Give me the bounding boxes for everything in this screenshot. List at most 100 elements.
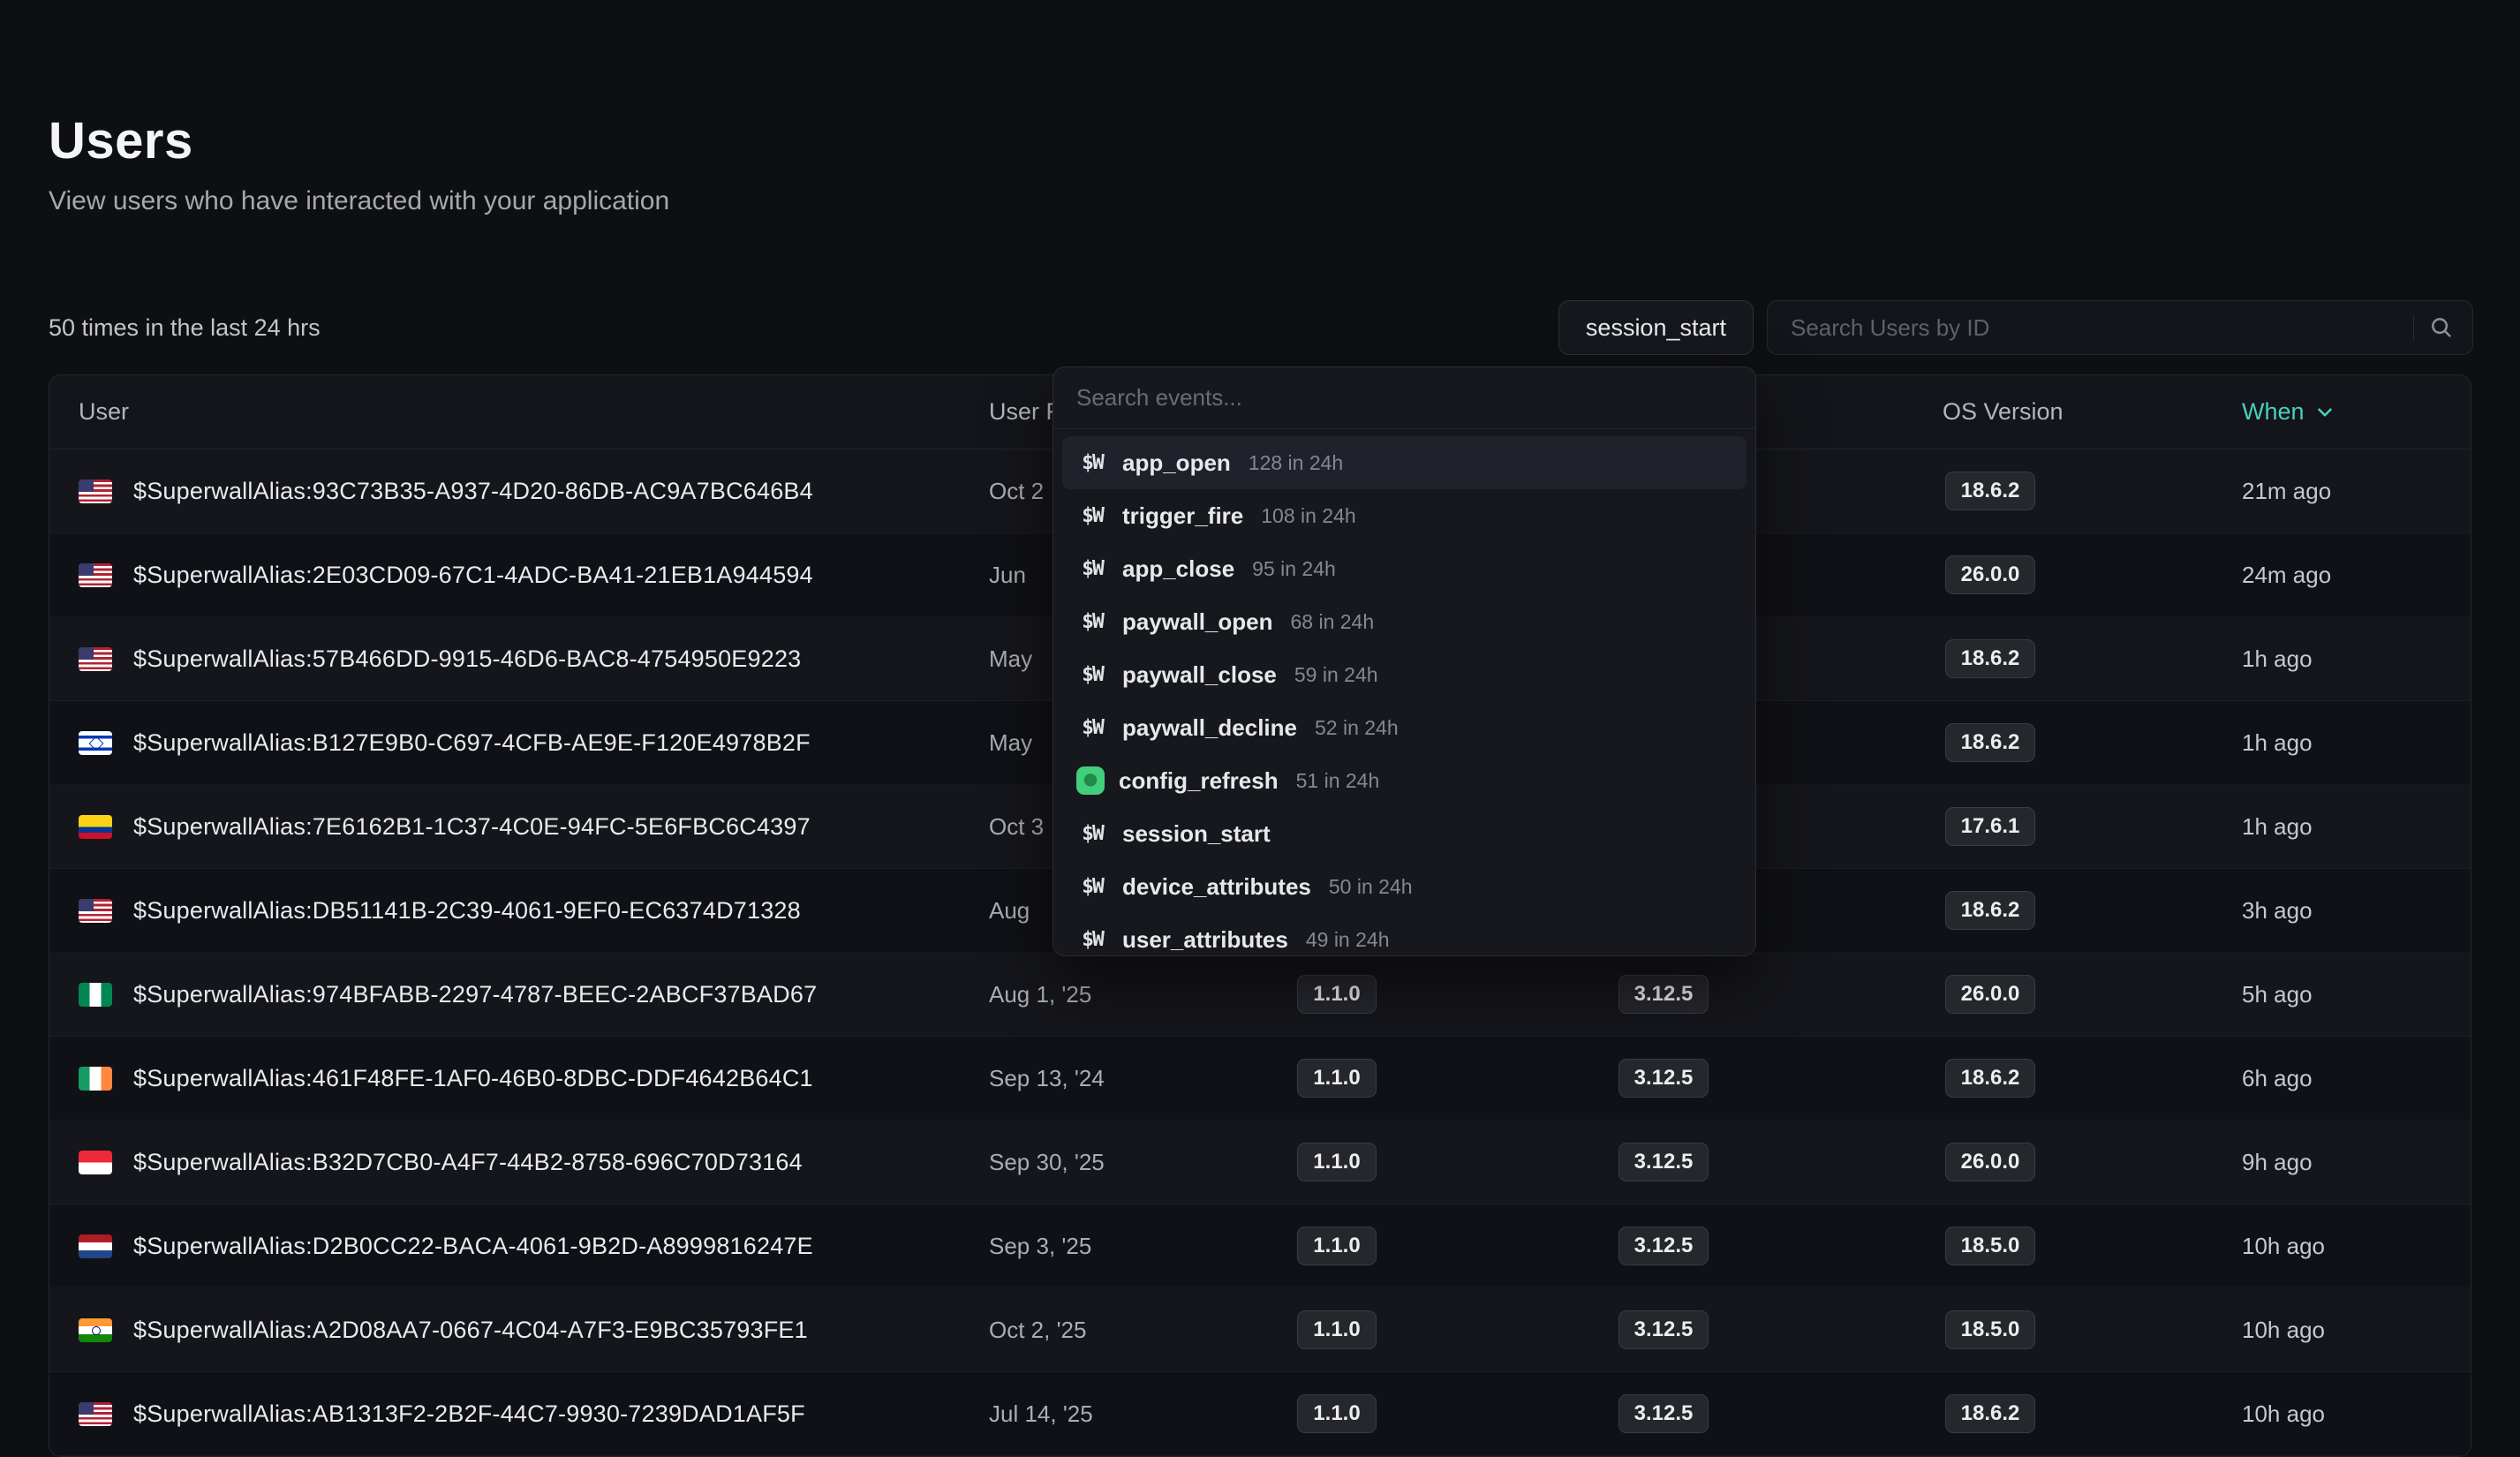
user-id: $SuperwallAlias:B32D7CB0-A4F7-44B2-8758-… bbox=[133, 1149, 803, 1176]
user-id: $SuperwallAlias:93C73B35-A937-4D20-86DB-… bbox=[133, 478, 813, 505]
country-flag bbox=[79, 983, 112, 1007]
event-count: 50 in 24h bbox=[1329, 875, 1413, 899]
os-version-badge: 26.0.0 bbox=[1945, 1143, 2036, 1181]
sdk-version-badge: 3.12.5 bbox=[1618, 1143, 1709, 1181]
event-label: device_attributes bbox=[1122, 873, 1311, 901]
events-search-box bbox=[1053, 367, 1755, 429]
superwall-logo-icon bbox=[1076, 659, 1108, 691]
os-version-cell: 17.6.1 bbox=[1827, 807, 2154, 846]
user-cell: $SuperwallAlias:DB51141B-2C39-4061-9EF0-… bbox=[49, 897, 989, 925]
table-row[interactable]: $SuperwallAlias:974BFABB-2297-4787-BEEC-… bbox=[49, 953, 2471, 1037]
os-version-badge: 17.6.1 bbox=[1945, 807, 2036, 846]
os-version-badge: 18.6.2 bbox=[1945, 723, 2036, 762]
user-when: 10h ago bbox=[2154, 1317, 2471, 1344]
event-count: 108 in 24h bbox=[1261, 504, 1355, 528]
user-when: 1h ago bbox=[2154, 813, 2471, 841]
country-flag bbox=[79, 815, 112, 839]
country-flag bbox=[79, 731, 112, 755]
os-version-badge: 18.6.2 bbox=[1945, 1394, 2036, 1433]
country-flag bbox=[79, 479, 112, 503]
event-option[interactable]: session_start bbox=[1062, 807, 1747, 860]
os-version-cell: 18.6.2 bbox=[1827, 891, 2154, 930]
event-option[interactable]: paywall_open 68 in 24h bbox=[1062, 595, 1747, 648]
country-flag bbox=[79, 1151, 112, 1174]
event-count: 52 in 24h bbox=[1315, 716, 1399, 740]
user-id: $SuperwallAlias:D2B0CC22-BACA-4061-9B2D-… bbox=[133, 1233, 813, 1260]
app-version-badge: 1.1.0 bbox=[1297, 1310, 1376, 1349]
chevron-down-icon bbox=[2313, 401, 2336, 424]
event-option[interactable]: paywall_decline 52 in 24h bbox=[1062, 701, 1747, 754]
event-option[interactable]: device_attributes 50 in 24h bbox=[1062, 860, 1747, 913]
search-users-input[interactable] bbox=[1791, 314, 2403, 342]
app-version-badge: 1.1.0 bbox=[1297, 1227, 1376, 1265]
os-version-badge: 26.0.0 bbox=[1945, 555, 2036, 594]
event-option[interactable]: config_refresh 51 in 24h bbox=[1062, 754, 1747, 807]
user-when: 10h ago bbox=[2154, 1400, 2471, 1428]
event-option[interactable]: paywall_close 59 in 24h bbox=[1062, 648, 1747, 701]
search-events-input[interactable] bbox=[1076, 384, 1732, 411]
event-label: paywall_close bbox=[1122, 661, 1277, 689]
sdk-version-badge: 3.12.5 bbox=[1618, 1394, 1709, 1433]
superwall-logo-icon bbox=[1076, 712, 1108, 744]
os-version-cell: 26.0.0 bbox=[1827, 555, 2154, 594]
sdk-version-badge: 3.12.5 bbox=[1618, 975, 1709, 1014]
os-version-badge: 18.6.2 bbox=[1945, 1059, 2036, 1098]
table-row[interactable]: $SuperwallAlias:A2D08AA7-0667-4C04-A7F3-… bbox=[49, 1288, 2471, 1372]
sdk-version-cell: 3.12.5 bbox=[1500, 975, 1827, 1014]
user-first-seen: Jul 14, '25 bbox=[989, 1400, 1173, 1428]
app-version-badge: 1.1.0 bbox=[1297, 1059, 1376, 1098]
user-first-seen: Aug 1, '25 bbox=[989, 981, 1173, 1008]
event-label: app_close bbox=[1122, 555, 1234, 583]
os-version-cell: 26.0.0 bbox=[1827, 975, 2154, 1014]
page-subtitle: View users who have interacted with your… bbox=[49, 186, 669, 216]
events-list: app_open 128 in 24h trigger_fire 108 in … bbox=[1053, 429, 1755, 956]
user-id: $SuperwallAlias:2E03CD09-67C1-4ADC-BA41-… bbox=[133, 562, 813, 589]
user-cell: $SuperwallAlias:A2D08AA7-0667-4C04-A7F3-… bbox=[49, 1317, 989, 1344]
user-cell: $SuperwallAlias:461F48FE-1AF0-46B0-8DBC-… bbox=[49, 1065, 989, 1092]
app-version-badge: 1.1.0 bbox=[1297, 1143, 1376, 1181]
event-count: 49 in 24h bbox=[1306, 928, 1390, 952]
config-refresh-icon bbox=[1076, 766, 1105, 795]
event-option[interactable]: trigger_fire 108 in 24h bbox=[1062, 489, 1747, 542]
user-id: $SuperwallAlias:7E6162B1-1C37-4C0E-94FC-… bbox=[133, 813, 811, 841]
os-version-badge: 18.6.2 bbox=[1945, 891, 2036, 930]
table-row[interactable]: $SuperwallAlias:D2B0CC22-BACA-4061-9B2D-… bbox=[49, 1204, 2471, 1288]
superwall-logo-icon bbox=[1076, 500, 1108, 532]
event-option[interactable]: app_open 128 in 24h bbox=[1062, 436, 1747, 489]
os-version-cell: 18.6.2 bbox=[1827, 472, 2154, 510]
country-flag bbox=[79, 1402, 112, 1426]
search-icon[interactable] bbox=[2428, 314, 2455, 341]
table-row[interactable]: $SuperwallAlias:B32D7CB0-A4F7-44B2-8758-… bbox=[49, 1121, 2471, 1204]
sdk-version-badge: 3.12.5 bbox=[1618, 1227, 1709, 1265]
superwall-logo-icon bbox=[1076, 818, 1108, 849]
country-flag bbox=[79, 647, 112, 671]
sdk-version-badge: 3.12.5 bbox=[1618, 1310, 1709, 1349]
event-count: 95 in 24h bbox=[1252, 557, 1336, 581]
os-version-badge: 18.5.0 bbox=[1945, 1227, 2036, 1265]
sdk-version-badge: 3.12.5 bbox=[1618, 1059, 1709, 1098]
search-divider bbox=[2413, 314, 2414, 341]
event-option[interactable]: app_close 95 in 24h bbox=[1062, 542, 1747, 595]
event-filter-button[interactable]: session_start bbox=[1558, 300, 1754, 355]
user-id: $SuperwallAlias:974BFABB-2297-4787-BEEC-… bbox=[133, 981, 817, 1008]
table-row[interactable]: $SuperwallAlias:AB1313F2-2B2F-44C7-9930-… bbox=[49, 1372, 2471, 1456]
user-cell: $SuperwallAlias:B32D7CB0-A4F7-44B2-8758-… bbox=[49, 1149, 989, 1176]
header-os-version: OS Version bbox=[1827, 398, 2154, 426]
user-first-seen: Oct 2, '25 bbox=[989, 1317, 1173, 1344]
user-when: 21m ago bbox=[2154, 478, 2471, 505]
os-version-badge: 18.5.0 bbox=[1945, 1310, 2036, 1349]
superwall-logo-icon bbox=[1076, 447, 1108, 479]
os-version-cell: 18.6.2 bbox=[1827, 1394, 2154, 1433]
app-version-cell: 1.1.0 bbox=[1173, 1310, 1500, 1349]
table-row[interactable]: $SuperwallAlias:461F48FE-1AF0-46B0-8DBC-… bbox=[49, 1037, 2471, 1121]
user-when: 24m ago bbox=[2154, 562, 2471, 589]
event-option[interactable]: user_attributes 49 in 24h bbox=[1062, 913, 1747, 956]
user-id: $SuperwallAlias:461F48FE-1AF0-46B0-8DBC-… bbox=[133, 1065, 813, 1092]
country-flag bbox=[79, 1318, 112, 1342]
user-when: 10h ago bbox=[2154, 1233, 2471, 1260]
os-version-badge: 18.6.2 bbox=[1945, 472, 2036, 510]
sdk-version-cell: 3.12.5 bbox=[1500, 1143, 1827, 1181]
app-version-badge: 1.1.0 bbox=[1297, 1394, 1376, 1433]
user-cell: $SuperwallAlias:D2B0CC22-BACA-4061-9B2D-… bbox=[49, 1233, 989, 1260]
header-when[interactable]: When bbox=[2154, 398, 2471, 426]
